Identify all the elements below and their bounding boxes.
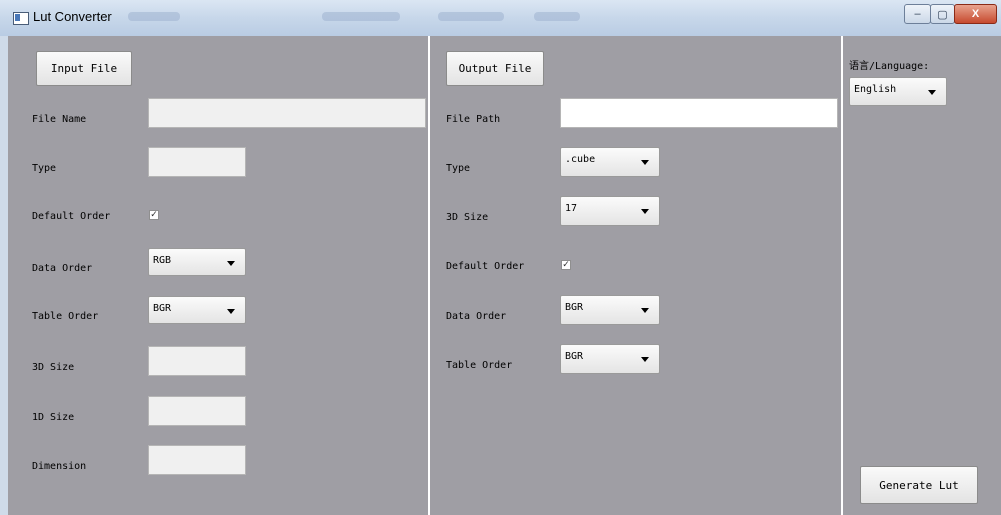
chevron-down-icon <box>227 261 235 266</box>
output-data-order-label: Data Order <box>446 311 507 322</box>
chevron-down-icon <box>641 308 649 313</box>
minimize-button[interactable]: – <box>904 4 931 24</box>
language-select[interactable]: English <box>849 77 947 106</box>
blurred-title-text <box>534 12 580 21</box>
output-type-label: Type <box>446 163 471 174</box>
chevron-down-icon <box>928 90 936 95</box>
input-default-order-checkbox[interactable]: ✓ <box>149 210 159 220</box>
output-table-order-label: Table Order <box>446 360 513 371</box>
window-title: Lut Converter <box>33 9 112 24</box>
app-icon <box>13 12 29 25</box>
input-type-label: Type <box>32 163 57 174</box>
input-table-order-label: Table Order <box>32 311 99 322</box>
output-table-order-select[interactable]: BGR <box>560 344 660 374</box>
title-bar[interactable]: Lut Converter – ▢ X <box>0 0 1001 36</box>
file-name-label: File Name <box>32 114 87 125</box>
output-3d-size-label: 3D Size <box>446 212 489 223</box>
dimension-field[interactable] <box>148 445 246 475</box>
file-path-field[interactable] <box>560 98 838 128</box>
input-table-order-value: BGR <box>153 303 172 314</box>
input-1d-size-field[interactable] <box>148 396 246 426</box>
generate-lut-button[interactable]: Generate Lut <box>860 466 978 504</box>
chevron-down-icon <box>641 160 649 165</box>
input-file-button[interactable]: Input File <box>36 51 132 86</box>
input-3d-size-field[interactable] <box>148 346 246 376</box>
output-table-order-value: BGR <box>565 351 584 362</box>
blurred-title-text <box>128 12 180 21</box>
output-panel: Output File File Path Type .cube 3D Size… <box>428 36 843 515</box>
language-value: English <box>854 84 897 95</box>
settings-panel: 语言/Language: English Generate Lut <box>841 36 1001 515</box>
language-label: 语言/Language: <box>849 61 930 72</box>
chevron-down-icon <box>227 309 235 314</box>
output-3d-size-value: 17 <box>565 203 578 214</box>
output-3d-size-select[interactable]: 17 <box>560 196 660 226</box>
output-default-order-checkbox[interactable]: ✓ <box>561 260 571 270</box>
input-table-order-select[interactable]: BGR <box>148 296 246 324</box>
dimension-label: Dimension <box>32 461 87 472</box>
close-button[interactable]: X <box>954 4 997 24</box>
blurred-title-text <box>322 12 400 21</box>
file-path-label: File Path <box>446 114 501 125</box>
output-data-order-value: BGR <box>565 302 584 313</box>
chevron-down-icon <box>641 209 649 214</box>
input-type-field[interactable] <box>148 147 246 177</box>
output-default-order-label: Default Order <box>446 261 525 272</box>
file-name-field[interactable] <box>148 98 426 128</box>
client-area: Input File File Name Type Default Order … <box>8 36 1001 515</box>
blurred-title-text <box>438 12 504 21</box>
chevron-down-icon <box>641 357 649 362</box>
output-file-button[interactable]: Output File <box>446 51 544 86</box>
input-data-order-label: Data Order <box>32 263 93 274</box>
input-default-order-label: Default Order <box>32 211 111 222</box>
input-3d-size-label: 3D Size <box>32 362 75 373</box>
maximize-button[interactable]: ▢ <box>930 4 955 24</box>
input-panel: Input File File Name Type Default Order … <box>8 36 426 515</box>
output-data-order-select[interactable]: BGR <box>560 295 660 325</box>
app-window: Lut Converter – ▢ X Input File File Name… <box>0 0 1001 515</box>
output-type-select[interactable]: .cube <box>560 147 660 177</box>
input-1d-size-label: 1D Size <box>32 412 75 423</box>
input-data-order-value: RGB <box>153 255 172 266</box>
input-data-order-select[interactable]: RGB <box>148 248 246 276</box>
output-type-value: .cube <box>565 154 596 165</box>
